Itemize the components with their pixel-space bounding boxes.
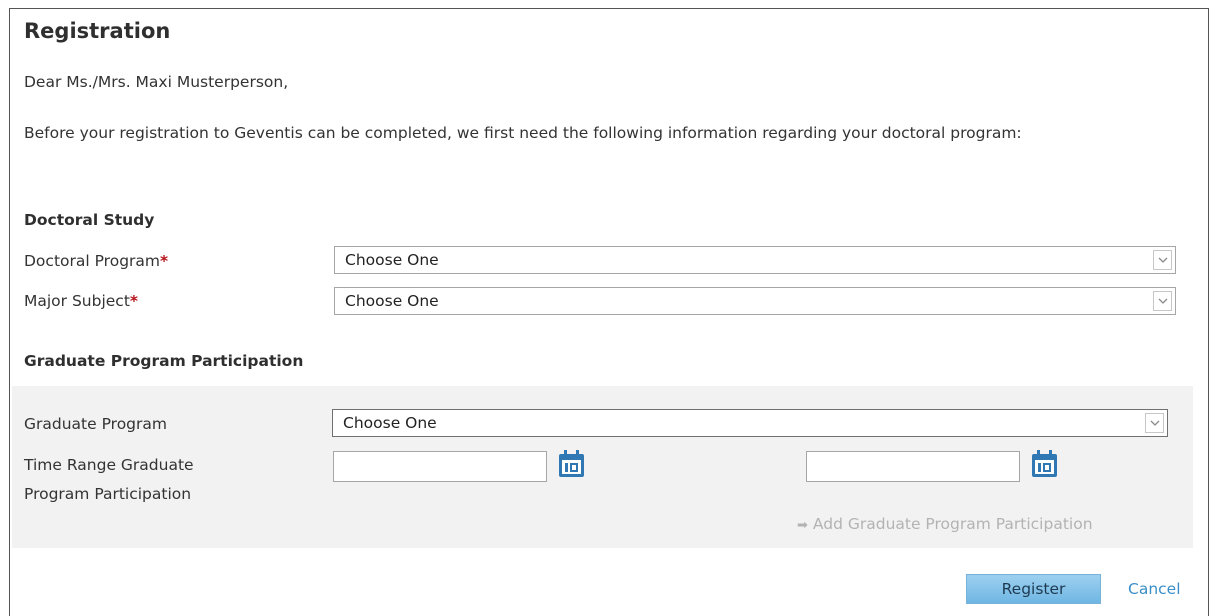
graduate-program-select[interactable]: Choose One <box>332 409 1168 437</box>
add-graduate-program-label: Add Graduate Program Participation <box>812 515 1093 533</box>
add-graduate-program-link[interactable]: ➡ Add Graduate Program Participation <box>797 515 1093 533</box>
major-subject-select[interactable]: Choose One <box>334 287 1176 315</box>
major-subject-label: Major Subject* <box>24 292 138 310</box>
time-range-label-line2: Program Participation <box>24 485 192 503</box>
doctoral-program-label: Doctoral Program* <box>24 252 168 270</box>
chevron-down-icon[interactable] <box>1153 250 1172 270</box>
graduate-program-value: Choose One <box>343 414 437 432</box>
required-marker: * <box>160 252 169 270</box>
time-range-label-line1: Time Range Graduate <box>24 456 194 474</box>
calendar-icon[interactable] <box>558 450 585 478</box>
page-title: Registration <box>24 19 171 43</box>
doctoral-program-select[interactable]: Choose One <box>334 246 1176 274</box>
start-date-input[interactable] <box>333 451 547 482</box>
intro-text: Before your registration to Geventis can… <box>24 124 1022 142</box>
chevron-down-icon[interactable] <box>1153 291 1172 311</box>
calendar-icon[interactable] <box>1031 450 1058 478</box>
doctoral-study-heading: Doctoral Study <box>24 211 155 229</box>
doctoral-program-label-text: Doctoral Program <box>24 252 161 270</box>
register-button[interactable]: Register <box>966 574 1101 604</box>
arrow-right-icon: ➡ <box>797 518 808 533</box>
graduate-program-heading: Graduate Program Participation <box>24 352 304 370</box>
doctoral-program-value: Choose One <box>345 251 439 269</box>
cancel-link[interactable]: Cancel <box>1128 580 1181 598</box>
graduate-program-label: Graduate Program <box>24 415 167 433</box>
end-date-input[interactable] <box>806 451 1020 482</box>
required-marker: * <box>129 292 139 310</box>
greeting-text: Dear Ms./Mrs. Maxi Musterperson, <box>24 73 289 91</box>
major-subject-label-text: Major Subject <box>24 292 130 310</box>
major-subject-value: Choose One <box>345 292 439 310</box>
chevron-down-icon[interactable] <box>1145 413 1164 433</box>
